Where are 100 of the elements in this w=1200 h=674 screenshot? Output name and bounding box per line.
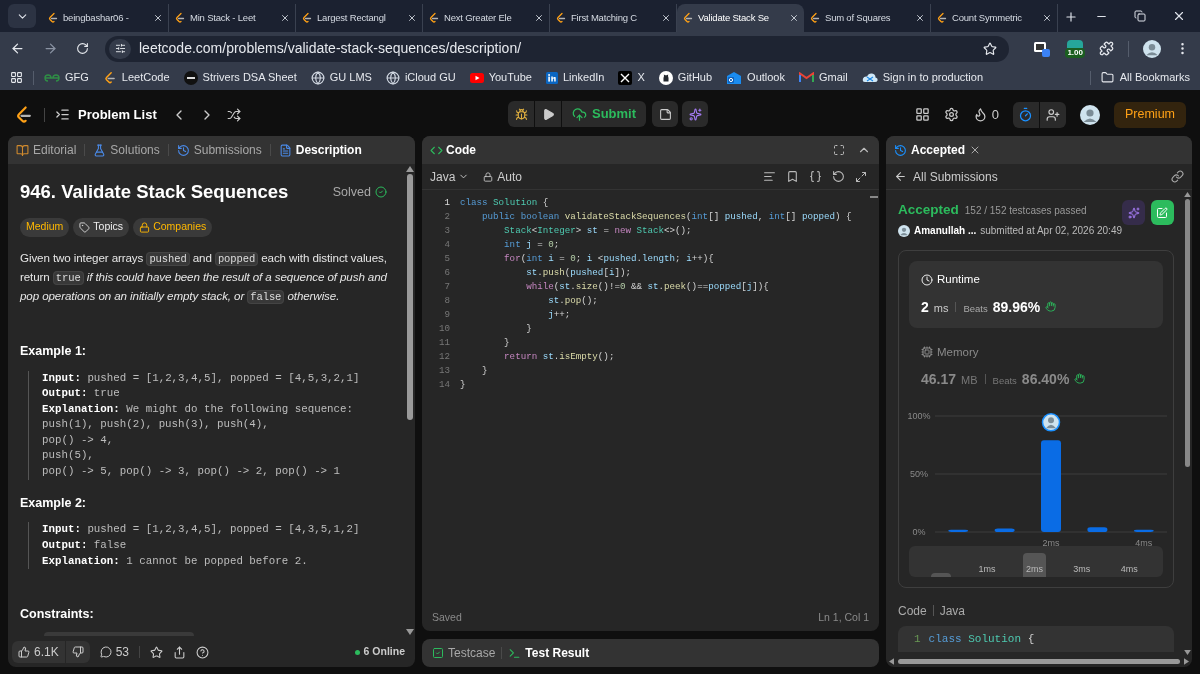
new-tab-icon[interactable] — [1064, 10, 1078, 24]
bookmark-link[interactable]: iCloud GU — [385, 69, 456, 86]
expand-icon[interactable] — [855, 170, 867, 183]
tab-list-button[interactable] — [8, 4, 36, 28]
layout-icon[interactable] — [914, 107, 930, 122]
bookmark-link[interactable]: Sign in to production — [861, 69, 984, 86]
example-line: Explanation: We might do the following sequence: — [42, 401, 355, 417]
apps-icon[interactable] — [10, 71, 23, 84]
invite-button[interactable] — [1040, 101, 1066, 128]
bookmark-link[interactable]: YouTube — [469, 69, 532, 86]
restore-icon[interactable] — [1134, 10, 1146, 22]
browser-tab[interactable]: Validate Stack Se — [677, 4, 804, 32]
play-icon — [541, 107, 555, 121]
shuffle-icon[interactable] — [226, 107, 241, 122]
like-button[interactable]: 6.1K — [12, 641, 65, 663]
close-icon[interactable] — [789, 13, 799, 23]
premium-button[interactable]: Premium — [1114, 101, 1186, 128]
favorite-icon[interactable] — [150, 645, 164, 659]
close-icon[interactable] — [280, 13, 290, 23]
bookmark-link[interactable]: Gmail — [799, 69, 848, 86]
horizontal-scrollbar[interactable] — [886, 655, 1192, 667]
result-status: Accepted — [898, 201, 959, 219]
panel-tab[interactable]: Test Result — [508, 644, 590, 662]
bookmark-link[interactable]: Strivers DSA Sheet — [183, 69, 297, 86]
panel-tab[interactable]: Testcase — [432, 644, 496, 662]
bookmark-star-icon[interactable] — [983, 41, 998, 56]
all-submissions-link[interactable]: All Submissions — [894, 167, 998, 186]
notes-button[interactable] — [652, 101, 679, 127]
submit-button[interactable]: Submit — [562, 101, 647, 127]
scrollbar[interactable] — [405, 164, 415, 637]
link-icon[interactable] — [1171, 170, 1184, 183]
close-icon[interactable] — [661, 13, 671, 23]
scroll-down-icon[interactable] — [406, 629, 414, 635]
close-icon[interactable] — [1172, 9, 1186, 23]
globe-icon — [310, 70, 325, 85]
close-icon[interactable] — [1042, 13, 1052, 23]
scrollbar[interactable] — [1182, 190, 1192, 655]
metric-card[interactable]: Memory 46.17 MB Beats 86.40% — [909, 333, 1163, 400]
beats-label: Beats — [992, 373, 1017, 388]
address-bar[interactable]: leetcode.com/problems/validate-stack-sequences/description/ — [105, 35, 1010, 62]
range-handle[interactable] — [931, 572, 952, 577]
reload-icon[interactable] — [76, 42, 89, 55]
fullscreen-icon[interactable] — [833, 144, 845, 156]
scroll-up-icon[interactable] — [1183, 192, 1191, 197]
edit-button[interactable] — [1151, 200, 1174, 225]
panel-tab[interactable]: Description — [278, 141, 362, 159]
ai-button[interactable] — [682, 101, 709, 127]
timer-button[interactable] — [1013, 101, 1039, 128]
tag-chip[interactable]: Topics — [73, 217, 130, 237]
panel-tab[interactable]: Solutions — [93, 141, 160, 159]
scroll-up-icon[interactable] — [406, 166, 414, 172]
extensions-icon[interactable] — [1099, 41, 1114, 56]
debug-button[interactable] — [508, 101, 534, 127]
bookmark-link[interactable]: GitHub — [658, 69, 713, 86]
close-icon[interactable] — [915, 13, 925, 23]
problem-list-button[interactable]: Problem List — [55, 104, 157, 125]
beats-percent: 86.40% — [1021, 369, 1070, 389]
site-settings-icon[interactable] — [114, 43, 126, 54]
braces-icon[interactable] — [809, 170, 822, 183]
share-icon[interactable] — [173, 645, 187, 659]
tag-chip[interactable]: Companies — [133, 217, 213, 237]
metric-card[interactable]: Runtime 2 ms Beats 89.96% — [909, 261, 1163, 328]
scroll-down-icon[interactable] — [1183, 650, 1191, 655]
bookmark-link[interactable]: LeetCode — [102, 69, 170, 86]
scroll-right-icon[interactable] — [1184, 657, 1189, 665]
scroll-left-icon[interactable] — [889, 657, 894, 665]
settings-icon[interactable] — [943, 107, 959, 122]
close-icon[interactable] — [153, 13, 163, 23]
panel-tab[interactable]: Accepted — [894, 141, 966, 159]
panel-tab[interactable]: Editorial — [16, 141, 77, 159]
all-bookmarks-button[interactable]: All Bookmarks — [1100, 69, 1190, 86]
dislike-button[interactable] — [65, 641, 90, 663]
bookmark-link[interactable]: Outlook — [726, 69, 785, 86]
forward-icon[interactable] — [43, 41, 58, 56]
panel-tab[interactable]: Submissions — [176, 141, 262, 159]
bookmark-icon[interactable] — [786, 170, 799, 183]
run-button[interactable] — [535, 101, 561, 127]
comment-icon — [99, 646, 112, 658]
beats-percent: 89.96% — [992, 297, 1041, 317]
streak-counter[interactable]: 0 — [972, 104, 999, 125]
example-line: Output: false — [42, 538, 128, 553]
format-icon[interactable] — [763, 170, 776, 183]
history-icon — [894, 143, 907, 157]
leetcode-logo-icon — [555, 12, 567, 24]
bookmark-link[interactable]: GFG — [44, 69, 89, 86]
close-icon[interactable] — [534, 13, 544, 23]
comments-button[interactable]: 53 — [99, 643, 130, 661]
clap-icon — [1045, 300, 1057, 312]
reset-icon[interactable] — [832, 170, 845, 183]
line-number: 11 — [438, 336, 450, 350]
language-select[interactable]: Java — [430, 167, 470, 186]
extension-icon[interactable] — [1033, 39, 1052, 58]
help-icon[interactable] — [196, 645, 210, 659]
bookmark-link[interactable]: LinkedIn — [545, 69, 605, 86]
close-icon[interactable] — [407, 13, 417, 23]
bookmark-link[interactable]: GU LMS — [310, 69, 372, 86]
analyze-button[interactable] — [1122, 200, 1145, 225]
back-icon[interactable] — [10, 41, 25, 56]
code-line: return st.isEmpty(); — [503, 350, 616, 364]
bookmark-link[interactable]: X — [618, 69, 645, 86]
